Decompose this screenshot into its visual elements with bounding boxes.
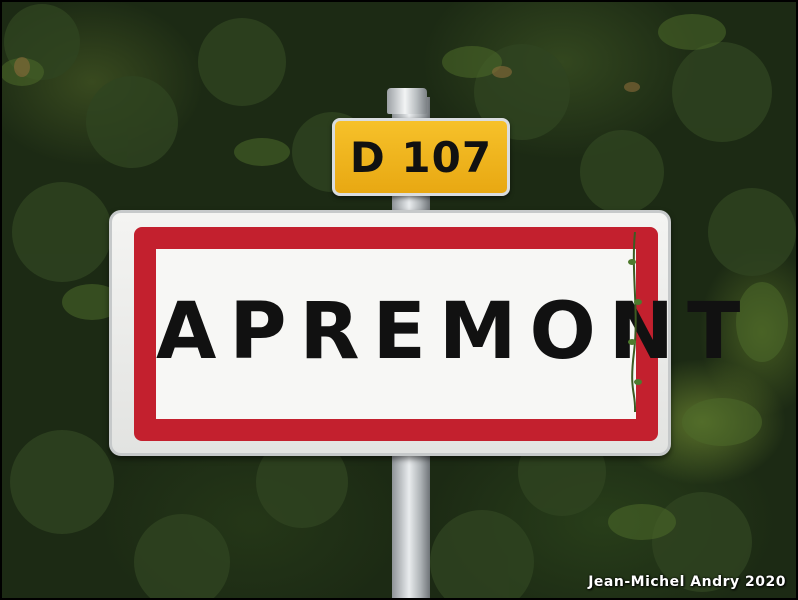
pole-cap (387, 88, 427, 114)
route-number-text: D 107 (349, 132, 493, 182)
town-entry-sign: APREMONT (109, 210, 754, 456)
town-sign-red-border: APREMONT (134, 227, 754, 441)
town-name-text: APREMONT (156, 287, 754, 378)
photo-credit: Jean-Michel Andry 2020 (588, 574, 786, 590)
photo-frame: D 107 APREMONT Jean-Michel Andry 2020 (0, 0, 798, 600)
ivy-vine (628, 232, 642, 412)
route-number-plate: D 107 (332, 118, 510, 196)
